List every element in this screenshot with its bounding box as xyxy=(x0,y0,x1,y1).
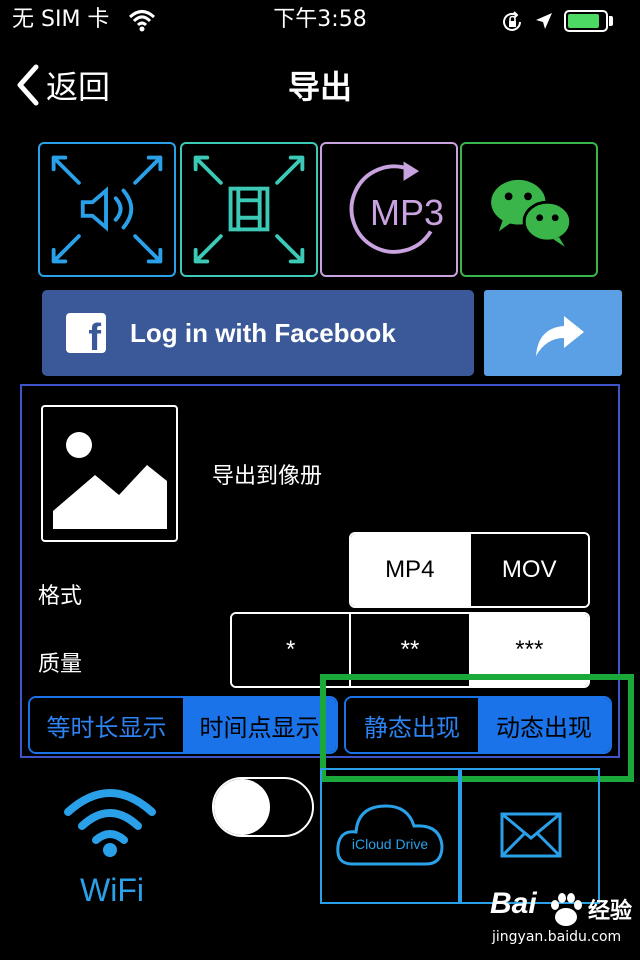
display-mode-equal-duration[interactable]: 等时长显示 xyxy=(30,698,183,752)
facebook-login-label: Log in with Facebook xyxy=(130,317,396,348)
format-option-mp4[interactable]: MP4 xyxy=(351,534,469,606)
icloud-label: iCloud Drive xyxy=(351,836,429,852)
baidu-jingyan-watermark: Bai 经验 jingyan.baidu.com xyxy=(466,885,636,955)
paw-icon xyxy=(551,893,582,926)
export-album-label: 导出到像册 xyxy=(212,464,323,489)
battery-fill xyxy=(568,14,599,28)
battery-icon xyxy=(564,10,608,32)
share-button[interactable] xyxy=(484,290,622,376)
rotation-lock-icon xyxy=(500,10,524,34)
share-arrow-icon xyxy=(536,316,584,356)
battery-tip xyxy=(609,16,613,26)
format-label: 格式 xyxy=(38,584,83,609)
highlight-annotation-box xyxy=(320,674,634,782)
watermark-suffix: 经验 xyxy=(588,899,633,924)
toggle-knob xyxy=(214,779,270,835)
mail-button[interactable] xyxy=(460,768,600,904)
export-to-album-button[interactable] xyxy=(41,405,178,542)
wechat-icon xyxy=(491,179,573,247)
format-segmented-control: MP4 MOV xyxy=(349,532,590,608)
icloud-drive-button[interactable]: iCloud Drive xyxy=(320,768,460,904)
quality-label: 质量 xyxy=(38,652,83,677)
display-mode-segmented-control: 等时长显示 时间点显示 xyxy=(28,696,338,754)
photo-icon xyxy=(53,432,167,529)
format-option-mov[interactable]: MOV xyxy=(468,534,588,606)
video-export-button[interactable] xyxy=(180,142,318,277)
page-title: 导出 xyxy=(287,68,352,106)
facebook-icon: f xyxy=(66,313,106,357)
mp3-label: MP3 xyxy=(370,192,445,233)
mail-icon xyxy=(500,812,562,858)
wifi-transfer-icon[interactable] xyxy=(62,788,158,858)
audio-export-button[interactable] xyxy=(38,142,176,277)
watermark-url: jingyan.baidu.com xyxy=(492,929,622,945)
display-mode-timepoint[interactable]: 时间点显示 xyxy=(183,698,336,752)
wifi-toggle[interactable] xyxy=(212,777,314,837)
video-expand-icon xyxy=(193,155,305,264)
wifi-label: WiFi xyxy=(80,872,144,908)
watermark-brand: Bai xyxy=(490,887,537,920)
wechat-share-button[interactable] xyxy=(460,142,598,277)
mp3-export-button[interactable]: MP3 xyxy=(320,142,458,277)
audio-expand-icon xyxy=(51,155,163,264)
location-arrow-icon xyxy=(534,11,554,31)
facebook-login-button[interactable]: f Log in with Facebook xyxy=(42,290,474,376)
